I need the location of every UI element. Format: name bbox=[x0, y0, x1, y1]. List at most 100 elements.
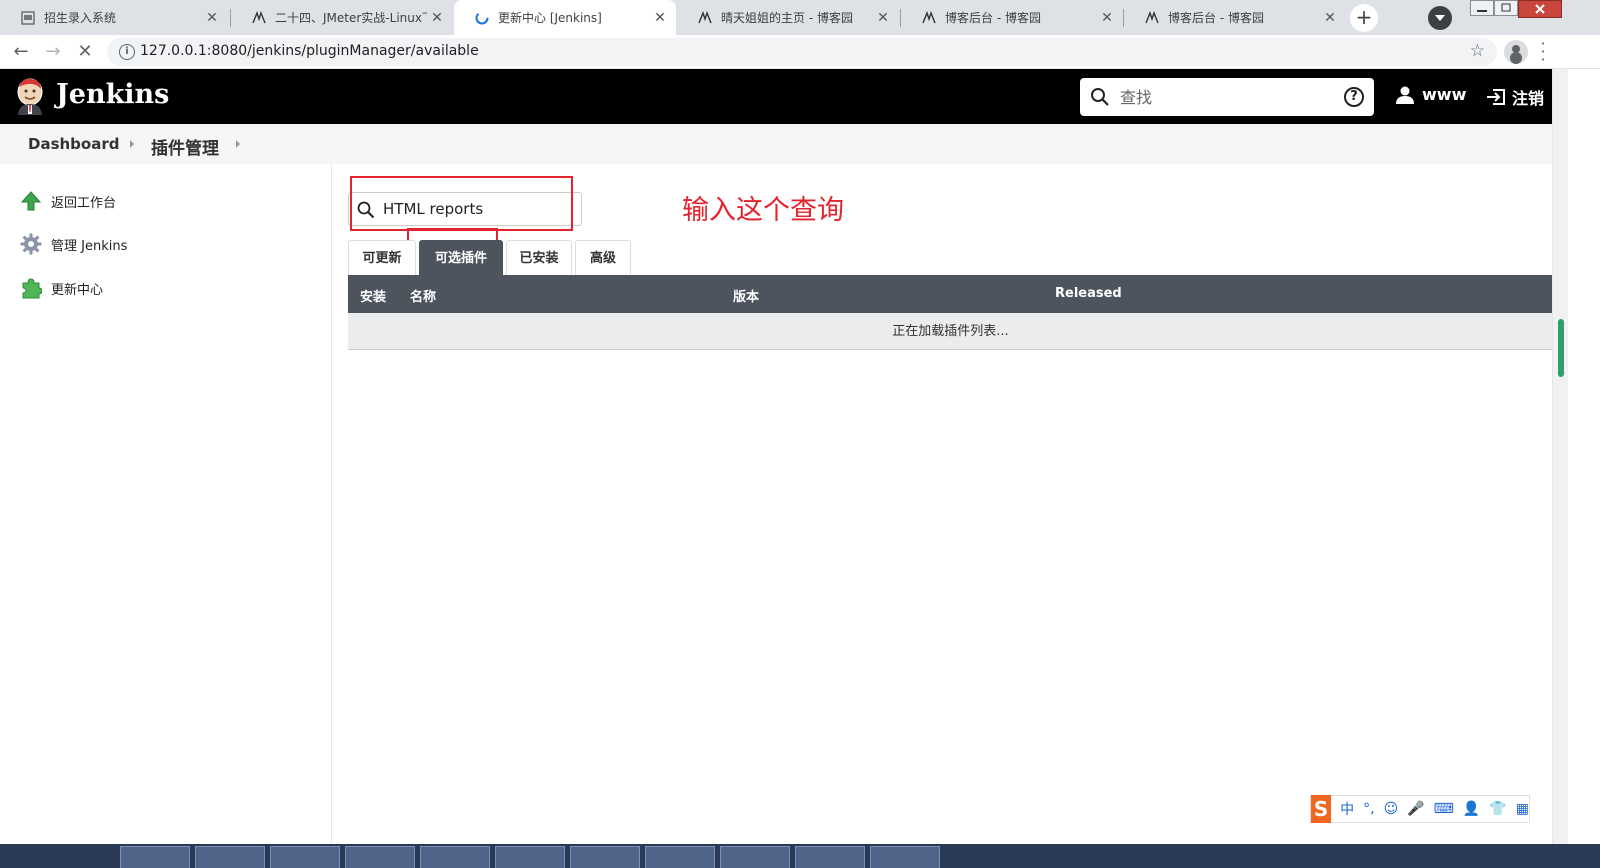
jenkins-header: Jenkins ? www 注销 bbox=[0, 69, 1552, 124]
close-icon[interactable]: ✕ bbox=[873, 10, 893, 26]
taskbar-app[interactable] bbox=[345, 846, 415, 868]
user-icon bbox=[1396, 86, 1414, 104]
chevron-right-icon[interactable] bbox=[236, 140, 240, 148]
browser-tab[interactable]: 二十四、JMeter实战-Linux下 ✕ bbox=[231, 0, 453, 35]
search-icon bbox=[1090, 87, 1110, 111]
logout-icon bbox=[1487, 89, 1505, 105]
window-close-icon[interactable] bbox=[1518, 0, 1562, 18]
new-tab-button[interactable]: + bbox=[1350, 4, 1378, 32]
url-text[interactable]: 127.0.0.1:8080/jenkins/pluginManager/ava… bbox=[140, 43, 479, 59]
chevron-right-icon[interactable] bbox=[130, 140, 134, 148]
sidebar-item-update-center[interactable]: 更新中心 bbox=[20, 277, 103, 299]
cnblogs-icon bbox=[921, 10, 937, 26]
jenkins-brand-title[interactable]: Jenkins bbox=[56, 79, 169, 110]
ime-skin-icon[interactable]: 👕 bbox=[1489, 801, 1506, 817]
bookmark-star-icon[interactable]: ☆ bbox=[1470, 41, 1485, 61]
ime-punctuation[interactable]: °, bbox=[1363, 801, 1374, 817]
breadcrumb: Dashboard 插件管理 bbox=[0, 124, 1552, 164]
minimize-icon[interactable] bbox=[1470, 0, 1494, 18]
cnblogs-icon bbox=[1144, 10, 1160, 26]
taskbar-app[interactable] bbox=[120, 846, 190, 868]
sidebar-item-back-to-dashboard[interactable]: 返回工作台 bbox=[20, 190, 116, 212]
ime-voice-icon[interactable]: 🎤 bbox=[1407, 801, 1424, 817]
browser-menu-icon[interactable]: · · · bbox=[1538, 36, 1548, 68]
taskbar-app[interactable] bbox=[570, 846, 640, 868]
taskbar-app[interactable] bbox=[720, 846, 790, 868]
taskbar-app[interactable] bbox=[270, 846, 340, 868]
loading-message: 正在加载插件列表... bbox=[348, 313, 1553, 350]
cnblogs-icon bbox=[697, 10, 713, 26]
side-panel: 返回工作台 管理 Jenkins 更新中心 bbox=[0, 164, 332, 868]
taskbar-app[interactable] bbox=[645, 846, 715, 868]
close-icon[interactable]: ✕ bbox=[427, 10, 447, 26]
vertical-scrollbar[interactable] bbox=[1552, 69, 1568, 868]
site-info-icon[interactable]: i bbox=[119, 44, 135, 60]
taskbar-app[interactable] bbox=[870, 846, 940, 868]
close-icon[interactable]: ✕ bbox=[650, 10, 670, 26]
gear-icon bbox=[20, 233, 42, 255]
sidebar-item-label: 管理 Jenkins bbox=[51, 238, 128, 254]
forward-icon[interactable]: → bbox=[40, 39, 66, 65]
browser-tab-active[interactable]: 更新中心 [Jenkins] ✕ bbox=[454, 0, 676, 35]
breadcrumb-plugin-manager[interactable]: 插件管理 bbox=[151, 134, 219, 159]
browser-tab-title: 更新中心 [Jenkins] bbox=[498, 11, 602, 25]
jenkins-logo-icon[interactable] bbox=[14, 77, 46, 115]
url-omnibox[interactable]: i 127.0.0.1:8080/jenkins/pluginManager/a… bbox=[107, 38, 1497, 66]
browser-tab-title: 二十四、JMeter实战-Linux下 bbox=[275, 11, 427, 25]
column-header-name[interactable]: 名称 bbox=[410, 286, 436, 305]
tab-advanced[interactable]: 高级 bbox=[575, 240, 631, 275]
logout-link[interactable]: 注销 bbox=[1486, 85, 1544, 109]
taskbar-app[interactable] bbox=[420, 846, 490, 868]
tab-available[interactable]: 可选插件 bbox=[419, 240, 503, 275]
column-header-version[interactable]: 版本 bbox=[733, 286, 759, 305]
address-bar: ← → ✕ i 127.0.0.1:8080/jenkins/pluginMan… bbox=[0, 35, 1600, 69]
ime-toolbox-icon[interactable]: ▦ bbox=[1516, 801, 1529, 817]
puzzle-icon bbox=[20, 277, 43, 299]
ime-user-icon[interactable]: 👤 bbox=[1463, 801, 1480, 817]
maximize-icon[interactable] bbox=[1494, 0, 1518, 18]
sidebar-item-label: 更新中心 bbox=[51, 282, 104, 298]
cnblogs-icon bbox=[251, 10, 267, 26]
logout-label: 注销 bbox=[1512, 89, 1545, 108]
close-icon[interactable]: ✕ bbox=[202, 10, 222, 26]
scrollbar-thumb[interactable] bbox=[1558, 319, 1564, 377]
sidebar-item-label: 返回工作台 bbox=[51, 195, 117, 211]
browser-tab[interactable]: 博客后台 - 博客园 ✕ bbox=[901, 0, 1123, 35]
user-name: www bbox=[1422, 85, 1467, 104]
stop-loading-icon[interactable]: ✕ bbox=[72, 39, 98, 65]
taskbar-app[interactable] bbox=[795, 846, 865, 868]
search-input[interactable] bbox=[1120, 84, 1330, 110]
ime-mode-chinese[interactable]: 中 bbox=[1340, 799, 1354, 819]
close-icon[interactable]: ✕ bbox=[1320, 10, 1340, 26]
taskbar-app[interactable] bbox=[195, 846, 265, 868]
sidebar-item-manage-jenkins[interactable]: 管理 Jenkins bbox=[20, 233, 127, 255]
annotation-highlight-search bbox=[350, 176, 573, 231]
help-icon[interactable]: ? bbox=[1344, 87, 1364, 107]
breadcrumb-dashboard[interactable]: Dashboard bbox=[28, 135, 119, 153]
back-icon[interactable]: ← bbox=[8, 39, 34, 65]
taskbar-app[interactable] bbox=[495, 846, 565, 868]
browser-tab-title: 博客后台 - 博客园 bbox=[945, 11, 1041, 25]
user-menu[interactable]: www bbox=[1396, 85, 1466, 104]
browser-tab-title: 博客后台 - 博客园 bbox=[1168, 11, 1264, 25]
loading-icon bbox=[474, 10, 490, 26]
plugin-table: 安装 名称 版本 Released 正在加载插件列表... bbox=[348, 275, 1553, 350]
browser-tab[interactable]: 博客后台 - 博客园 ✕ bbox=[1124, 0, 1346, 35]
tab-installed[interactable]: 已安装 bbox=[506, 240, 572, 275]
tab-updates[interactable]: 可更新 bbox=[348, 240, 416, 275]
header-search-box: ? bbox=[1080, 78, 1374, 116]
browser-tab[interactable]: 招生录入系统 ✕ bbox=[0, 0, 228, 35]
account-avatar-icon[interactable] bbox=[1504, 40, 1528, 64]
arrow-up-icon bbox=[20, 190, 42, 212]
column-header-released[interactable]: Released bbox=[1055, 286, 1122, 301]
column-header-install[interactable]: 安装 bbox=[360, 286, 386, 305]
ime-emoji-icon[interactable]: ☺ bbox=[1384, 801, 1399, 817]
page-icon bbox=[20, 10, 36, 26]
tab-search-icon[interactable] bbox=[1428, 6, 1452, 30]
browser-tab-title: 晴天姐姐的主页 - 博客园 bbox=[721, 11, 853, 25]
close-icon[interactable]: ✕ bbox=[1097, 10, 1117, 26]
sogou-logo-icon[interactable]: S bbox=[1311, 795, 1332, 823]
ime-keyboard-icon[interactable]: ⌨ bbox=[1434, 801, 1454, 817]
annotation-text: 输入这个查询 bbox=[682, 195, 844, 226]
browser-tab[interactable]: 晴天姐姐的主页 - 博客园 ✕ bbox=[677, 0, 899, 35]
